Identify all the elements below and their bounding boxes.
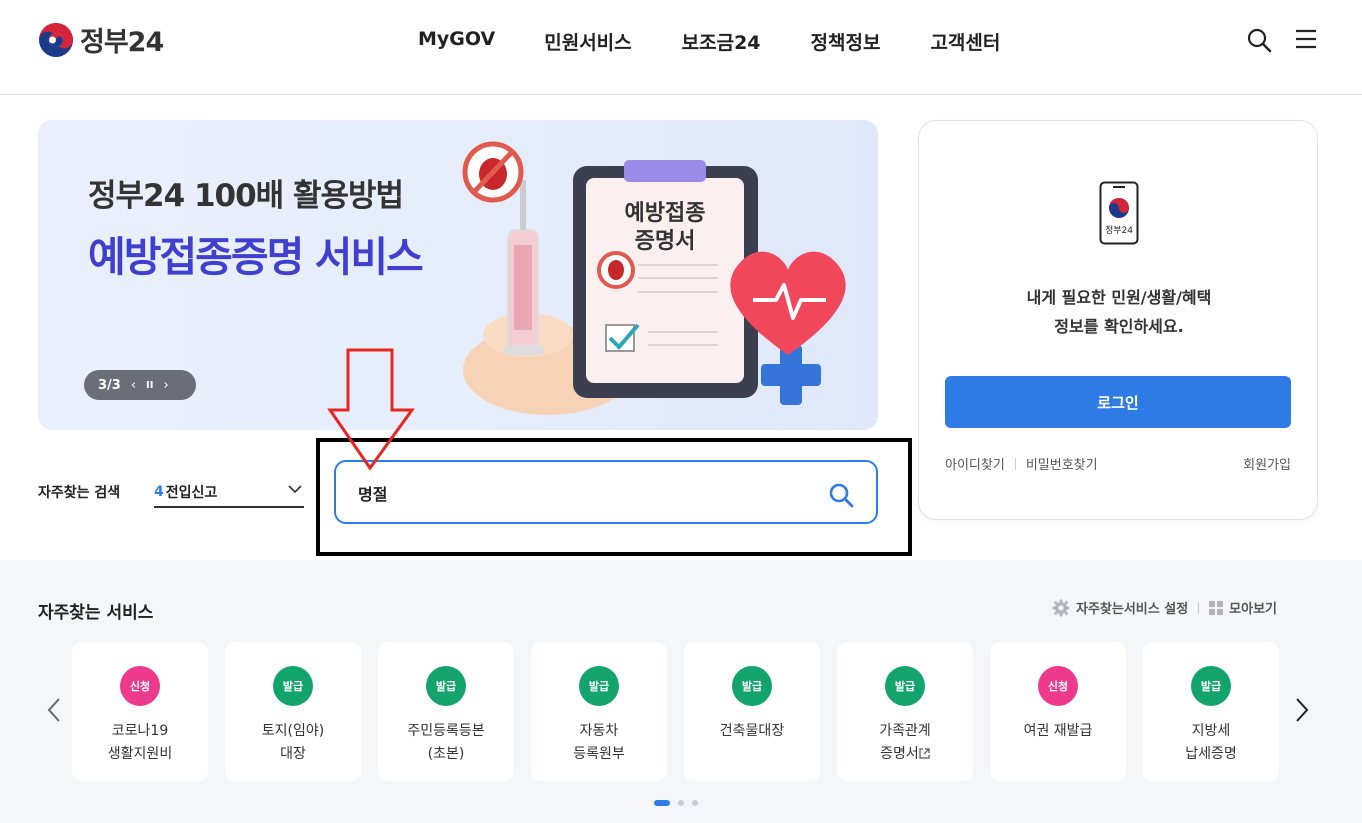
service-card-label: 자동차 등록원부: [573, 723, 625, 762]
services-tools: 자주찾는서비스 설정 모아보기: [1052, 598, 1277, 617]
banner-title-line1: 정부24 100배 활용방법: [88, 178, 404, 214]
chevron-left-icon[interactable]: [44, 696, 64, 724]
mobile-id-icon-label: 정부24: [1105, 225, 1133, 236]
frequent-search-dropdown[interactable]: 4 전입신고: [154, 478, 304, 508]
issue-badge: 발급: [579, 666, 619, 706]
service-cards: 신청 코로나19 생활지원비 발급 토지(임야) 대장 발급 주민등록등본 (초…: [72, 642, 1279, 781]
chevron-down-icon: [288, 485, 302, 494]
page-dot-2[interactable]: [678, 800, 684, 806]
login-message: 내게 필요한 민원/생활/혜택 정보를 확인하세요.: [919, 283, 1319, 341]
issue-badge: 발급: [426, 666, 466, 706]
services-settings-button[interactable]: 자주찾는서비스 설정: [1052, 598, 1188, 617]
main-nav: MyGOV 민원서비스 보조금24 정책정보 고객센터: [418, 28, 1000, 55]
services-settings-label: 자주찾는서비스 설정: [1076, 602, 1189, 617]
nav-customer-center[interactable]: 고객센터: [930, 28, 1000, 55]
service-card-label: 토지(임야) 대장: [261, 723, 325, 762]
slide-prev-button[interactable]: ‹: [131, 378, 136, 393]
service-card-building-register[interactable]: 발급 건축물대장: [684, 642, 820, 781]
service-card-family-certificate[interactable]: 발급 가족관계 증명서: [837, 642, 973, 781]
view-all-label: 모아보기: [1229, 602, 1278, 617]
grid-icon: [1209, 600, 1224, 615]
service-card-land-register[interactable]: 발급 토지(임야) 대장: [225, 642, 361, 781]
certificate-text-line2: 증명서: [635, 229, 696, 254]
login-panel: 정부24 내게 필요한 민원/생활/혜택 정보를 확인하세요. 로그인 아이디찾…: [918, 120, 1318, 520]
service-card-label: 건축물대장: [719, 723, 785, 739]
vaccination-certificate-illustration: 예방접종 증명서: [462, 141, 846, 415]
slide-pause-button[interactable]: II: [146, 380, 153, 391]
slide-counter: 3/3: [98, 377, 121, 393]
find-id-link[interactable]: 아이디찾기: [945, 454, 1005, 473]
service-card-label: 지방세 납세증명: [1185, 723, 1237, 762]
issue-badge: 발급: [732, 666, 772, 706]
nav-policy-info[interactable]: 정책정보: [811, 28, 881, 55]
view-all-button[interactable]: 모아보기: [1209, 598, 1277, 617]
promo-banner[interactable]: 정부24 100배 활용방법 예방접종증명 서비스 예방접종 증명서 3/3 ‹…: [38, 120, 878, 430]
services-title: 자주찾는 서비스: [38, 603, 154, 623]
signup-link[interactable]: 회원가입: [1243, 454, 1291, 473]
frequent-search-value: 전입신고: [165, 485, 218, 501]
tools-divider: [1198, 601, 1200, 614]
apply-badge: 신청: [1038, 666, 1078, 706]
nav-civil-services[interactable]: 민원서비스: [544, 28, 631, 55]
gear-icon: [1052, 599, 1070, 616]
login-button[interactable]: 로그인: [945, 376, 1291, 428]
taegeuk-logo-icon: [39, 22, 73, 57]
chevron-right-icon[interactable]: [1292, 696, 1312, 724]
issue-badge: 발급: [1191, 666, 1231, 706]
service-card-label: 주민등록등본 (초본): [407, 723, 485, 762]
page-dot-1[interactable]: [654, 800, 670, 806]
service-card-label: 가족관계 증명서: [879, 723, 931, 762]
logo-text: 정부24: [80, 27, 164, 58]
down-arrow-annotation-icon: [327, 348, 415, 471]
login-links: 아이디찾기 비밀번호찾기 회원가입: [945, 454, 1291, 473]
banner-title-line2: 예방접종증명 서비스: [88, 233, 424, 281]
banner-slider-controls: 3/3 ‹ II ›: [84, 370, 196, 400]
page-dot-3[interactable]: [692, 800, 698, 806]
slide-next-button[interactable]: ›: [164, 378, 169, 393]
service-card-vehicle-registry[interactable]: 발급 자동차 등록원부: [531, 642, 667, 781]
login-message-line2: 정보를 확인하세요.: [1054, 317, 1184, 336]
frequent-search-rank: 4: [154, 484, 164, 500]
external-link-icon: [919, 748, 930, 759]
find-password-link[interactable]: 비밀번호찾기: [1026, 454, 1098, 473]
link-divider: [1014, 457, 1016, 470]
services-pagination: [654, 800, 698, 806]
login-message-line1: 내게 필요한 민원/생활/혜택: [1026, 288, 1212, 307]
frequent-search-label: 자주찾는 검색: [38, 485, 121, 501]
service-card-resident-registration[interactable]: 발급 주민등록등본 (초본): [378, 642, 514, 781]
service-card-label: 코로나19 생활지원비: [107, 723, 173, 762]
issue-badge: 발급: [273, 666, 313, 706]
service-card-passport-reissue[interactable]: 신청 여권 재발급: [990, 642, 1126, 781]
apply-badge: 신청: [120, 666, 160, 706]
service-card-covid-support[interactable]: 신청 코로나19 생활지원비: [72, 642, 208, 781]
service-card-label: 여권 재발급: [1023, 723, 1093, 739]
site-header: 정부24 MyGOV 민원서비스 보조금24 정책정보 고객센터: [0, 0, 1362, 95]
issue-badge: 발급: [885, 666, 925, 706]
hamburger-menu-icon[interactable]: [1294, 28, 1318, 50]
nav-mygov[interactable]: MyGOV: [418, 28, 495, 55]
nav-subsidy24[interactable]: 보조금24: [682, 28, 761, 55]
site-logo[interactable]: 정부24: [38, 20, 164, 59]
mobile-id-icon: 정부24: [1099, 181, 1139, 245]
certificate-text-line1: 예방접종: [625, 201, 706, 226]
search-icon[interactable]: [1246, 27, 1272, 53]
service-card-local-tax-certificate[interactable]: 발급 지방세 납세증명: [1143, 642, 1279, 781]
frequent-services-section: 자주찾는 서비스 자주찾는서비스 설정 모아보기 신청 코로나19 생활지원비 …: [0, 560, 1362, 823]
